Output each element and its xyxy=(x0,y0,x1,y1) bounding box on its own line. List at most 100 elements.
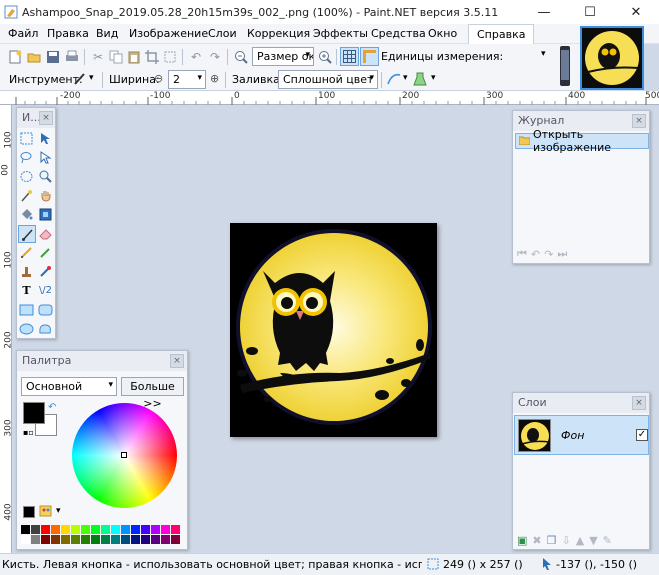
close-icon[interactable]: × xyxy=(39,111,53,125)
duplicate-layer-icon[interactable]: ❐ xyxy=(547,534,557,547)
move-layer-down-icon[interactable]: ▼ xyxy=(589,534,597,547)
palette-swatch[interactable] xyxy=(61,525,70,534)
palette-swatch[interactable] xyxy=(151,525,160,534)
palette-swatch[interactable] xyxy=(21,525,30,534)
line-curve-icon[interactable]: \/2 xyxy=(37,282,54,299)
palette-swatch[interactable] xyxy=(71,525,80,534)
chevron-down-icon[interactable]: ▾ xyxy=(403,73,408,83)
rectangle-icon[interactable] xyxy=(18,301,35,318)
zoom-combo[interactable]: Размер ок ▾ xyxy=(252,47,314,66)
layer-visibility-checkbox[interactable]: ✓ xyxy=(636,429,648,441)
clone-stamp-icon[interactable] xyxy=(18,263,35,280)
fill-combo[interactable]: Сплошной цвет ▾ xyxy=(278,70,378,89)
delete-layer-icon[interactable]: ✖ xyxy=(532,534,541,547)
color-wheel-cursor[interactable] xyxy=(121,452,127,458)
palette-swatch[interactable] xyxy=(21,535,30,544)
palette-swatch[interactable] xyxy=(161,535,170,544)
pan-hand-icon[interactable] xyxy=(37,187,54,204)
palette-swatch[interactable] xyxy=(51,525,60,534)
color-picker-icon[interactable] xyxy=(37,244,54,261)
tab-scroll-area[interactable] xyxy=(556,44,578,90)
palette-swatch[interactable] xyxy=(61,535,70,544)
crop-icon[interactable] xyxy=(143,48,161,66)
reset-colors-icon[interactable]: ▪▫ xyxy=(23,428,34,437)
history-first-icon[interactable]: ⏮ xyxy=(517,247,527,261)
menu-help[interactable]: Справка xyxy=(468,24,535,44)
paintbrush-icon[interactable] xyxy=(18,225,36,243)
color-wheel[interactable] xyxy=(72,403,177,508)
palette-swatch[interactable] xyxy=(131,535,140,544)
freeform-shape-icon[interactable] xyxy=(37,320,54,337)
rounded-rect-icon[interactable] xyxy=(37,301,54,318)
zoom-icon[interactable] xyxy=(37,168,54,185)
palette-swatch[interactable] xyxy=(171,525,180,534)
chevron-down-icon[interactable]: ▾ xyxy=(56,506,61,516)
palette-swatch[interactable] xyxy=(121,535,130,544)
palette-swatch[interactable] xyxy=(31,535,40,544)
palette-swatch[interactable] xyxy=(101,535,110,544)
close-icon[interactable]: × xyxy=(632,114,646,128)
more-colors-button[interactable]: Больше >> xyxy=(121,377,184,410)
rulers-icon[interactable] xyxy=(360,47,379,66)
antialias-icon[interactable] xyxy=(386,71,402,90)
image-tab-thumbnail[interactable] xyxy=(580,26,644,90)
canvas-image[interactable] xyxy=(230,223,437,437)
merge-layer-icon[interactable]: ⇩ xyxy=(562,534,571,547)
add-palette-color-icon[interactable] xyxy=(23,506,35,518)
palette-swatch[interactable] xyxy=(81,535,90,544)
close-icon[interactable]: × xyxy=(170,354,184,368)
layer-row[interactable]: Фон ✓ xyxy=(514,415,649,455)
minimize-button[interactable]: — xyxy=(521,0,567,24)
palette-swatch[interactable] xyxy=(141,535,150,544)
decrease-width-icon[interactable]: ⊖ xyxy=(154,72,163,85)
chevron-down-icon[interactable]: ▾ xyxy=(89,73,94,83)
blend-mode-icon[interactable] xyxy=(412,71,428,90)
gradient-icon[interactable] xyxy=(37,206,54,223)
menu-effects[interactable]: Эффекты xyxy=(313,27,368,40)
maximize-button[interactable]: ☐ xyxy=(567,0,613,24)
close-icon[interactable]: × xyxy=(632,396,646,410)
print-icon[interactable] xyxy=(63,48,81,66)
width-combo[interactable]: 2 ▾ xyxy=(168,70,206,89)
ellipse-select-icon[interactable] xyxy=(18,168,35,185)
palette-swatch[interactable] xyxy=(41,525,50,534)
move-layer-up-icon[interactable]: ▲ xyxy=(576,534,584,547)
palette-swatch[interactable] xyxy=(51,535,60,544)
primary-color-swatch[interactable] xyxy=(23,402,45,424)
swap-colors-icon[interactable]: ↶ xyxy=(48,402,56,413)
magic-wand-icon[interactable] xyxy=(18,187,35,204)
menu-tools[interactable]: Средства xyxy=(371,27,426,40)
menu-edit[interactable]: Правка xyxy=(47,27,89,40)
palette-mode-combo[interactable]: Основной ▾ xyxy=(21,377,117,396)
move-selection-icon[interactable] xyxy=(37,130,54,147)
pencil-icon[interactable] xyxy=(18,244,35,261)
palette-swatch[interactable] xyxy=(31,525,40,534)
open-icon[interactable] xyxy=(25,48,43,66)
menu-view[interactable]: Вид xyxy=(96,27,118,40)
zoom-out-icon[interactable] xyxy=(232,48,250,66)
palette-swatch[interactable] xyxy=(141,525,150,534)
layer-properties-icon[interactable]: ✎ xyxy=(603,534,612,547)
cut-icon[interactable]: ✂ xyxy=(89,48,107,66)
add-layer-icon[interactable]: ▣ xyxy=(517,534,527,547)
units-dropdown-icon[interactable]: ▾ xyxy=(541,49,546,59)
grid-icon[interactable] xyxy=(340,47,359,66)
palette-swatch[interactable] xyxy=(131,525,140,534)
palette-swatch[interactable] xyxy=(111,535,120,544)
palette-swatch[interactable] xyxy=(91,535,100,544)
brush-tool-icon[interactable] xyxy=(72,71,88,90)
eraser-icon[interactable] xyxy=(37,225,54,242)
new-icon[interactable] xyxy=(6,48,24,66)
menu-layers[interactable]: Слои xyxy=(208,27,237,40)
increase-width-icon[interactable]: ⊕ xyxy=(210,72,219,85)
history-last-icon[interactable]: ⏭ xyxy=(557,247,567,261)
undo-icon[interactable]: ↶ xyxy=(187,48,205,66)
palette-swatch[interactable] xyxy=(161,525,170,534)
recolor-icon[interactable] xyxy=(37,263,54,280)
deselect-icon[interactable] xyxy=(161,48,179,66)
palette-swatch[interactable] xyxy=(151,535,160,544)
rect-select-icon[interactable] xyxy=(18,130,35,147)
palette-menu-icon[interactable] xyxy=(39,504,53,521)
history-undo-icon[interactable]: ↶ xyxy=(531,248,540,261)
history-redo-icon[interactable]: ↷ xyxy=(544,248,553,261)
